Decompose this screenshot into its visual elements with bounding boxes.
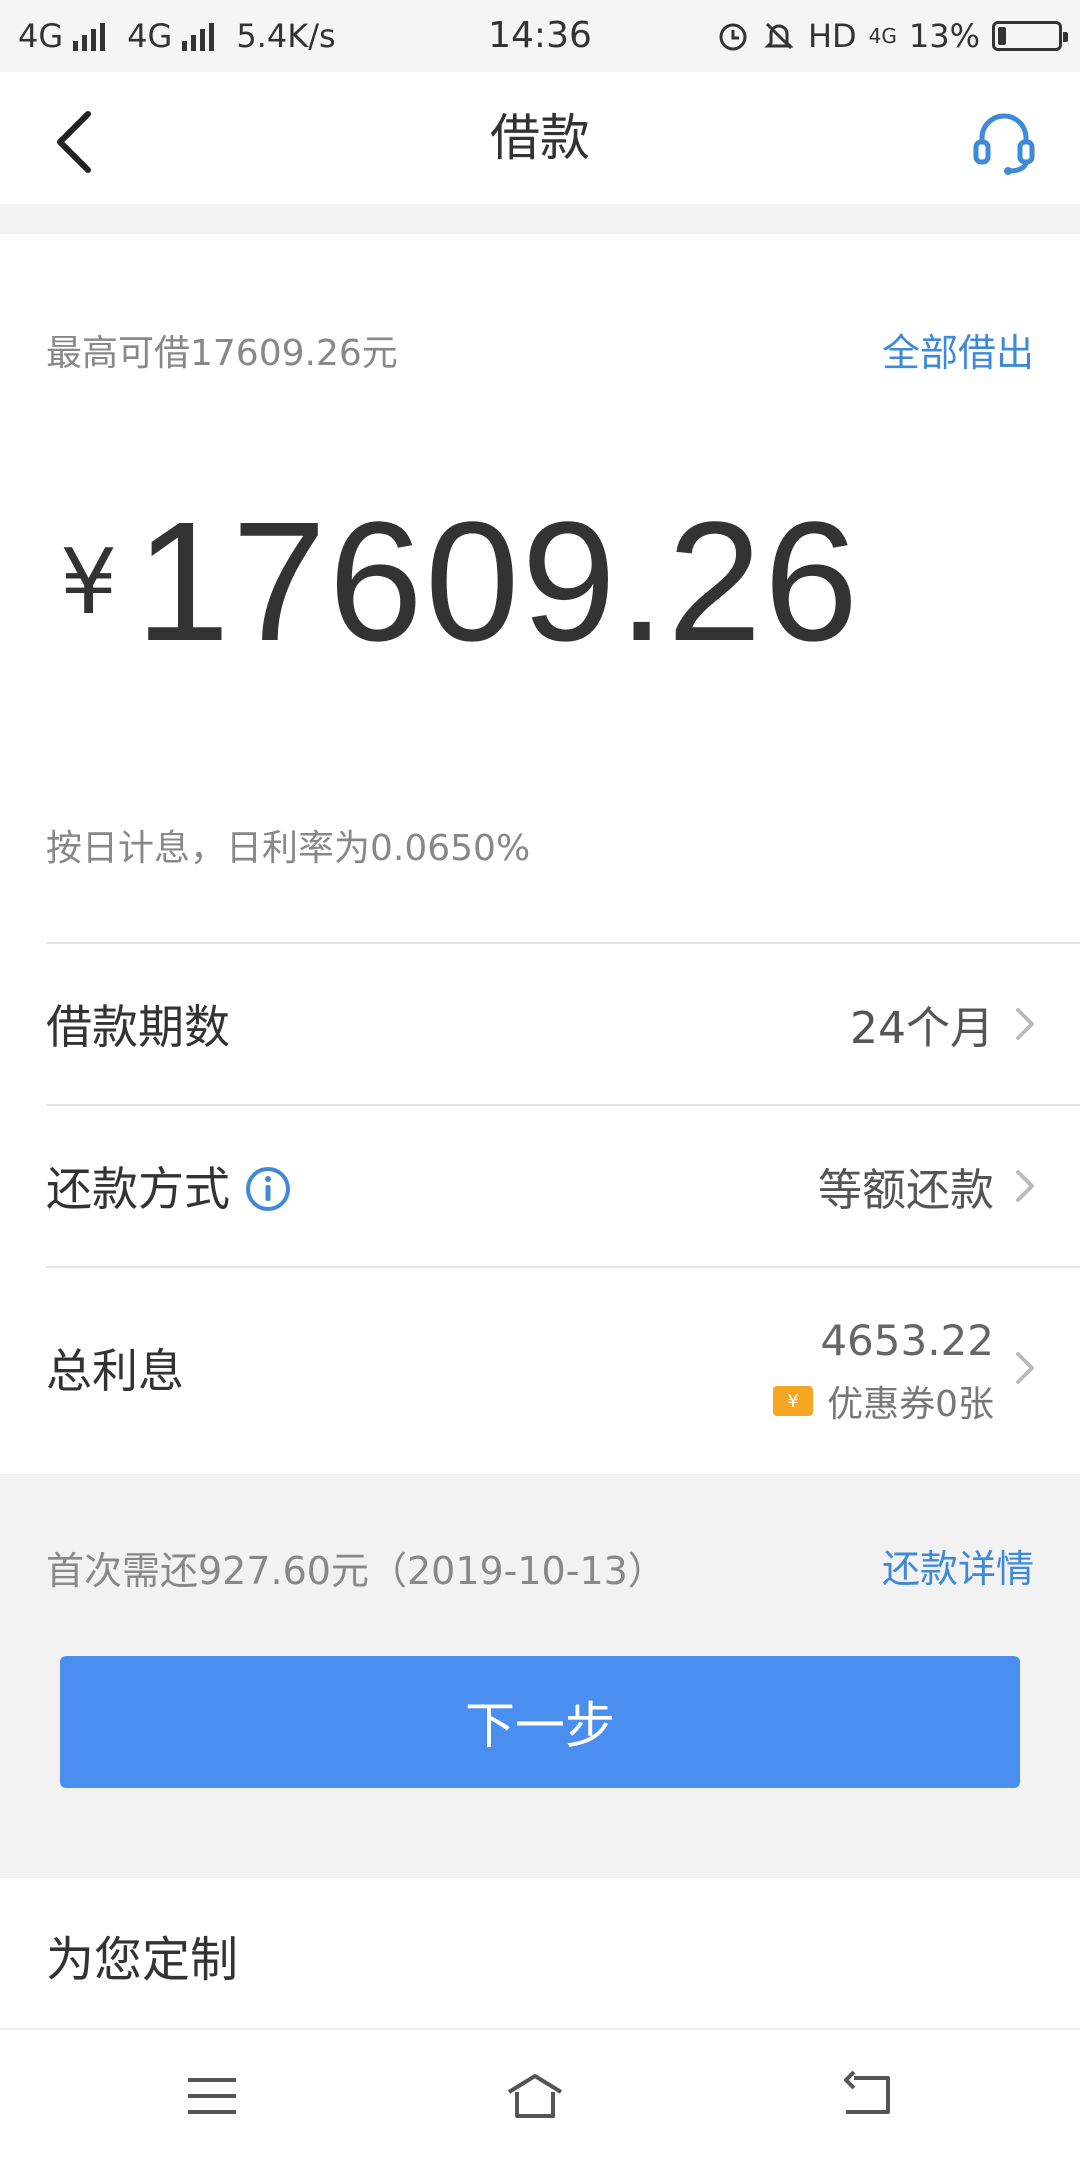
battery-icon (992, 21, 1068, 51)
signal-icon (73, 21, 106, 51)
repay-method-label-wrap: 还款方式 (46, 1106, 292, 1266)
next-step-button[interactable]: 下一步 (60, 1656, 1020, 1788)
term-label: 借款期数 (46, 1000, 230, 1054)
customer-service-button[interactable] (964, 102, 1044, 182)
interest-value: 4653.22 (820, 1316, 994, 1365)
custom-section: 为您定制 (0, 1878, 1080, 2028)
repay-method-row[interactable]: 还款方式 等额还款 (0, 1106, 1080, 1266)
chevron-right-icon (1016, 1008, 1034, 1040)
first-payment-text: 首次需还927.60元（2019-10-13） (46, 1549, 666, 1593)
repayment-detail-link[interactable]: 还款详情 (882, 1538, 1034, 1593)
return-icon[interactable] (838, 2066, 898, 2126)
network-type-3: 4G (868, 24, 897, 48)
hd-indicator: HD (807, 17, 857, 55)
max-borrow-text: 最高可借17609.26元 (46, 333, 398, 374)
coupon-info: ¥ 优惠券0张 (773, 1375, 994, 1427)
chevron-left-icon (57, 111, 91, 173)
currency-symbol: ¥ (60, 529, 118, 635)
repay-method-value: 等额还款 (818, 1165, 994, 1216)
battery-level (998, 27, 1006, 45)
rate-text: 按日计息，日利率为0.0650% (46, 828, 531, 869)
page-title: 借款 (490, 109, 590, 167)
interest-row[interactable]: 总利息 4653.22 ¥ 优惠券0张 (0, 1268, 1080, 1468)
menu-icon[interactable] (182, 2066, 242, 2126)
chevron-right-icon (1016, 1170, 1034, 1202)
home-icon[interactable] (505, 2066, 565, 2126)
alarm-icon (719, 23, 747, 51)
mute-bell-icon (764, 22, 794, 50)
coupon-count: 优惠券0张 (827, 1384, 994, 1425)
amount-input[interactable]: ¥ 17609.26 (60, 484, 860, 680)
back-button[interactable] (40, 102, 120, 182)
status-bar: 4G 4G 5.4K/s 14:36 HD 4G 13% (0, 0, 1080, 72)
nav-bar: 借款 (0, 72, 1080, 204)
network-type-2: 4G (127, 17, 173, 55)
interest-block: 4653.22 ¥ 优惠券0张 (773, 1316, 994, 1427)
custom-section-title: 为您定制 (46, 1932, 239, 1988)
status-left: 4G 4G 5.4K/s (18, 17, 336, 55)
info-icon[interactable] (244, 1165, 292, 1213)
coupon-icon: ¥ (773, 1386, 814, 1416)
repay-method-label: 还款方式 (46, 1162, 230, 1216)
borrow-all-link[interactable]: 全部借出 (882, 322, 1034, 377)
system-nav-bar (0, 2028, 1080, 2160)
network-type-1: 4G (18, 17, 64, 55)
status-right: HD 4G 13% (716, 17, 1068, 55)
loan-card: 最高可借17609.26元 全部借出 ¥ 17609.26 按日计息，日利率为0… (0, 234, 1080, 1474)
network-speed: 5.4K/s (236, 17, 336, 55)
chevron-right-icon (1016, 1352, 1034, 1384)
signal-icon-2 (182, 21, 215, 51)
battery-percent: 13% (908, 17, 980, 55)
term-value: 24个月 (850, 1003, 994, 1054)
amount-value: 17609.26 (135, 487, 861, 677)
headset-icon (973, 113, 1035, 175)
term-row[interactable]: 借款期数 24个月 (0, 944, 1080, 1104)
interest-label: 总利息 (46, 1344, 184, 1398)
